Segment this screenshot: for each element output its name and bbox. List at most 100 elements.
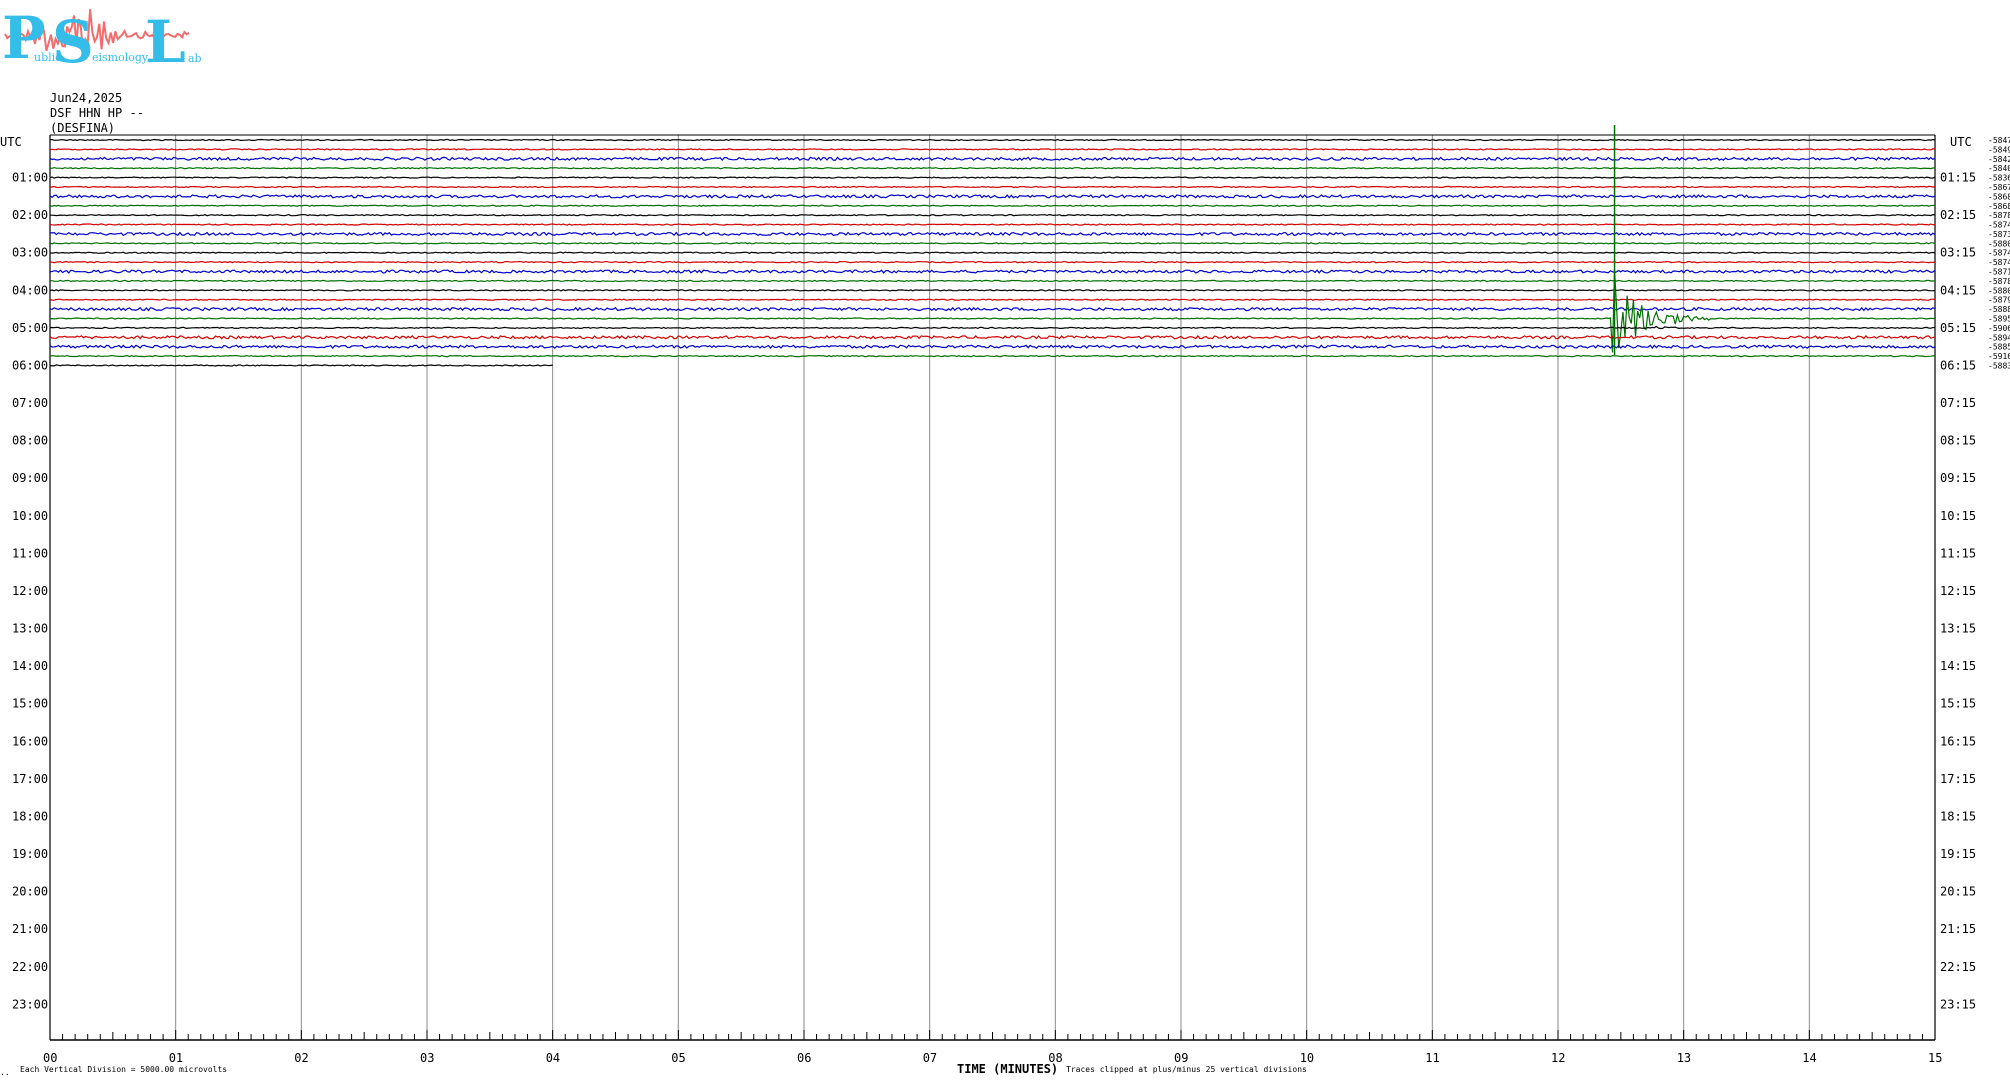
right-hour-label: 02:15 (1940, 208, 1976, 222)
x-tick-label: 13 (1677, 1051, 1691, 1065)
trace-line-0 (50, 138, 1936, 142)
x-tick-label: 12 (1551, 1051, 1565, 1065)
right-hour-label: 16:15 (1940, 734, 1976, 748)
left-hour-label: 23:00 (12, 997, 48, 1011)
x-tick-label: 01 (169, 1051, 183, 1065)
left-hour-label: 21:00 (12, 922, 48, 936)
left-axis-title: UTC (0, 135, 22, 149)
right-hour-label: 15:15 (1940, 697, 1976, 711)
trace-offset-label: -5894 (1988, 333, 2010, 342)
left-hour-label: 13:00 (12, 622, 48, 636)
trace-offset-label: -5879 (1988, 296, 2010, 305)
trace-line-20 (49, 325, 1936, 330)
left-hour-label: 17:00 (12, 772, 48, 786)
left-hour-label: 14:00 (12, 659, 48, 673)
right-hour-label: 14:15 (1940, 659, 1976, 673)
right-hour-label: 10:15 (1940, 509, 1976, 523)
trace-line-3 (49, 166, 1936, 170)
left-hour-label: 06:00 (12, 359, 48, 373)
corner-mark: .. (0, 1068, 10, 1077)
trace-offset-label: -5883 (1988, 362, 2010, 371)
left-hour-label: 01:00 (12, 171, 48, 185)
x-tick-label: 15 (1928, 1051, 1942, 1065)
trace-line-8 (50, 213, 1936, 217)
header-station: (DESFINA) (50, 121, 115, 135)
left-hour-labels: 01:00 02:00 03:00 04:00 05:00 06:00 07:00 08:00… (12, 171, 48, 1012)
left-hour-label: 11:00 (12, 546, 48, 560)
trace-line-24 (49, 364, 553, 367)
trace-line-10 (49, 231, 1936, 237)
trace-offset-label: -5874 (1988, 249, 2010, 258)
left-hour-label: 02:00 (12, 208, 48, 222)
left-hour-label: 09:00 (12, 471, 48, 485)
right-hour-label: 23:15 (1940, 997, 1976, 1011)
trace-offset-label: -5885 (1988, 343, 2010, 352)
right-hour-label: 05:15 (1940, 321, 1976, 335)
trace-offset-label: -5842 (1988, 155, 2010, 164)
right-hour-label: 17:15 (1940, 772, 1976, 786)
right-hour-label: 13:15 (1940, 622, 1976, 636)
trace-line-13 (50, 260, 1936, 264)
x-tick-label: 02 (294, 1051, 308, 1065)
x-axis: 00 01 02 03 04 05 06 07 08 09 10 11 12 13 14 15 (43, 1030, 1942, 1065)
trace-line-23 (49, 354, 1936, 358)
right-axis-title: UTC (1950, 135, 1972, 149)
helicorder-chart: P S L ublic eismology ab Jun24,2025 DSF … (0, 4, 2010, 1077)
trace-line-21 (49, 334, 1936, 340)
x-tick-label: 11 (1425, 1051, 1439, 1065)
trace-offset-label: -5878 (1988, 211, 2010, 220)
trace-line-2 (49, 156, 1936, 162)
logo-letter-l: L (145, 8, 186, 76)
trace-line-18 (49, 306, 1936, 312)
trace-offset-label: -5871 (1988, 268, 2010, 277)
right-hour-label: 21:15 (1940, 922, 1976, 936)
trace-offset-label: -5880 (1988, 286, 2010, 295)
header-channel: DSF HHN HP -- (50, 106, 144, 120)
trace-offset-label: -5916 (1988, 352, 2010, 361)
logo-word-public: ublic (34, 51, 61, 64)
left-hour-label: 16:00 (12, 734, 48, 748)
left-hour-label: 20:00 (12, 885, 48, 899)
trace-line-6 (49, 194, 1936, 199)
logo-word-lab: ab (188, 52, 202, 65)
x-tick-label: 14 (1802, 1051, 1816, 1065)
trace-offset-label: -5836 (1988, 174, 2010, 183)
x-tick-label: 06 (797, 1051, 811, 1065)
trace-offset-label: -5849 (1988, 145, 2010, 154)
x-axis-label: TIME (MINUTES) (957, 1062, 1058, 1076)
trace-line-15 (49, 279, 1936, 283)
vertical-division-note: Each Vertical Division = 5000.00 microvo… (20, 1065, 227, 1074)
x-tick-label: 04 (546, 1051, 560, 1065)
trace-offset-label: -5906 (1988, 324, 2010, 333)
right-hour-label: 11:15 (1940, 546, 1976, 560)
trace-line-16 (49, 289, 1936, 292)
left-hour-label: 04:00 (12, 283, 48, 297)
right-hour-labels: 01:15 02:15 03:15 04:15 05:15 06:15 07:15 08:15… (1940, 171, 1976, 1012)
left-hour-label: 18:00 (12, 809, 48, 823)
trace-offset-label: -5868 (1988, 192, 2010, 201)
trace-line-4 (49, 176, 1936, 179)
seismic-traces (49, 125, 1936, 367)
trace-offset-label: -5878 (1988, 277, 2010, 286)
logo-word-seismology: eismology (92, 51, 149, 64)
left-hour-label: 15:00 (12, 697, 48, 711)
trace-line-14 (49, 269, 1936, 274)
left-hour-label: 12:00 (12, 584, 48, 598)
left-hour-label: 05:00 (12, 321, 48, 335)
trace-offset-label: -5840 (1988, 164, 2010, 173)
trace-line-7 (49, 204, 1936, 207)
right-hour-label: 08:15 (1940, 434, 1976, 448)
psl-logo: P S L ublic eismology ab (2, 4, 202, 76)
x-tick-label: 10 (1300, 1051, 1314, 1065)
x-tick-label: 00 (43, 1051, 57, 1065)
trace-offset-label: -5847 (1988, 136, 2010, 145)
trace-line-9 (49, 223, 1936, 226)
left-hour-label: 08:00 (12, 434, 48, 448)
left-hour-label: 22:00 (12, 960, 48, 974)
right-hour-label: 07:15 (1940, 396, 1976, 410)
right-hour-label: 04:15 (1940, 283, 1976, 297)
trace-offset-label: -5873 (1988, 230, 2010, 239)
header-date: Jun24,2025 (50, 91, 122, 105)
right-hour-label: 22:15 (1940, 960, 1976, 974)
trace-offset-label: -5895 (1988, 315, 2010, 324)
